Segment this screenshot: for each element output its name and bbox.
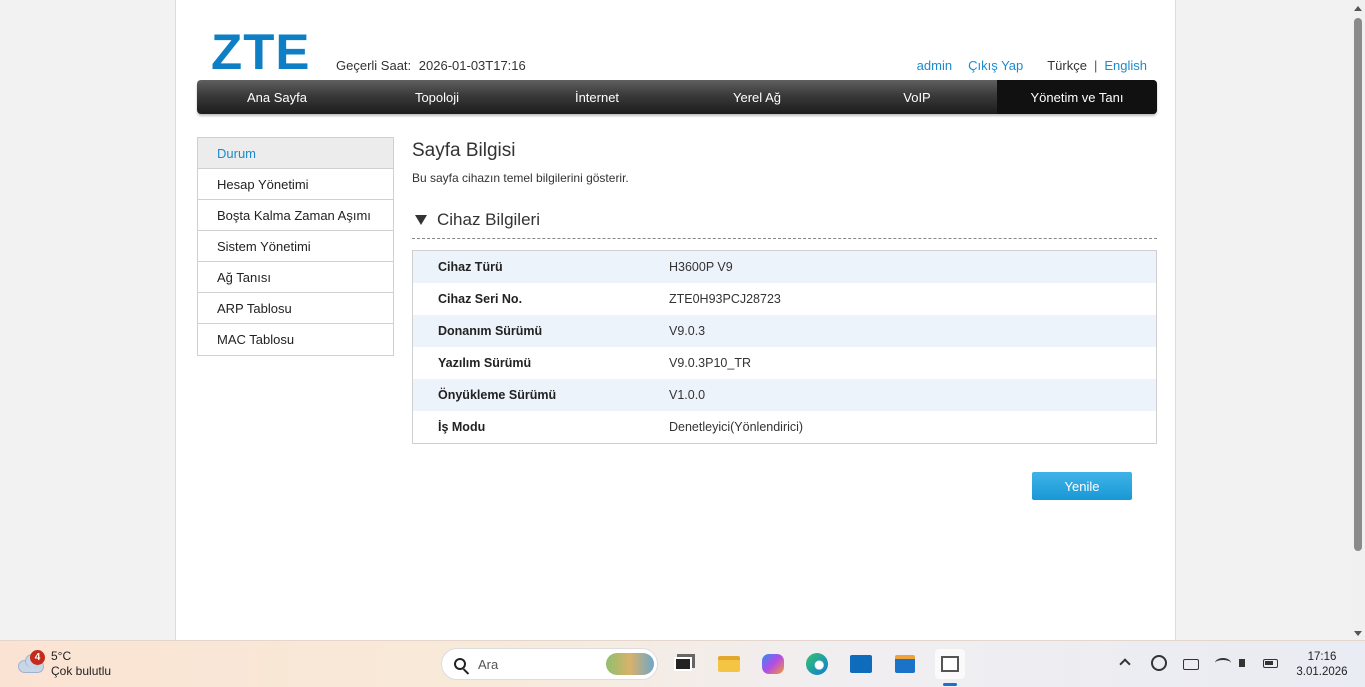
page-description: Bu sayfa cihazın temel bilgilerini göste… — [412, 171, 629, 185]
device-info-table: Cihaz Türü H3600P V9 Cihaz Seri No. ZTE0… — [412, 250, 1157, 444]
row-value: V1.0.0 — [669, 388, 706, 402]
page-scrollbar[interactable] — [1351, 0, 1365, 640]
weather-widget[interactable]: 4 5°C Çok bulutlu — [16, 649, 111, 679]
taskbar-time: 17:16 — [1307, 651, 1337, 663]
weather-temperature: 5°C — [51, 649, 72, 663]
table-row: İş Modu Denetleyici(Yönlendirici) — [413, 411, 1156, 443]
current-time-label: Geçerli Saat: — [336, 58, 412, 73]
table-row: Cihaz Türü H3600P V9 — [413, 251, 1156, 283]
windows-taskbar: 4 5°C Çok bulutlu Ara 17:16 3.01.2026 — [0, 640, 1365, 687]
main-nav: Ana Sayfa Topoloji İnternet Yerel Ağ VoI… — [197, 80, 1157, 114]
row-value: V9.0.3 — [669, 324, 706, 338]
microsoft-store-icon[interactable] — [893, 652, 917, 676]
page-title: Sayfa Bilgisi — [412, 140, 516, 161]
nav-voip[interactable]: VoIP — [837, 80, 997, 114]
table-row: Donanım Sürümü V9.0.3 — [413, 315, 1156, 347]
row-label: Önyükleme Sürümü — [438, 388, 557, 402]
main-content: Sayfa Bilgisi Bu sayfa cihazın temel bil… — [412, 140, 1157, 500]
file-explorer-icon[interactable] — [717, 652, 741, 676]
taskbar-search[interactable]: Ara — [441, 648, 658, 680]
search-highlight-icon — [606, 653, 654, 675]
user-link[interactable]: admin — [917, 58, 952, 73]
scroll-down-arrow-icon[interactable] — [1354, 631, 1362, 636]
row-value: H3600P V9 — [669, 260, 733, 274]
row-label: Donanım Sürümü — [438, 324, 543, 338]
active-app-indicator — [943, 683, 957, 686]
row-label: Yazılım Sürümü — [438, 356, 532, 370]
weather-description: Çok bulutlu — [51, 664, 112, 678]
nav-topology[interactable]: Topoloji — [357, 80, 517, 114]
sidebar-item-diagnostics[interactable]: Ağ Tanısı — [198, 262, 393, 293]
taskbar-clock[interactable]: 17:16 3.01.2026 — [1296, 650, 1348, 680]
row-label: Cihaz Türü — [438, 260, 503, 274]
row-value: Denetleyici(Yönlendirici) — [669, 420, 804, 434]
copilot-icon[interactable] — [761, 652, 785, 676]
outlook-icon[interactable] — [849, 652, 873, 676]
row-value: V9.0.3P10_TR — [669, 356, 751, 370]
network-globe-icon[interactable] — [1151, 655, 1167, 671]
nav-local-network[interactable]: Yerel Ağ — [677, 80, 837, 114]
table-row: Yazılım Sürümü V9.0.3P10_TR — [413, 347, 1156, 379]
browser-viewport: ZTE Geçerli Saat: 2026-01-03T17:16 admin… — [0, 0, 1365, 640]
sidebar-item-status[interactable]: Durum — [198, 138, 393, 169]
search-placeholder: Ara — [478, 656, 499, 672]
cloudy-weather-icon: 4 — [16, 650, 45, 676]
logout-link[interactable]: Çıkış Yap — [968, 58, 1023, 73]
zte-logo: ZTE — [211, 24, 311, 80]
task-view-icon[interactable] — [671, 652, 695, 676]
sidebar-item-account[interactable]: Hesap Yönetimi — [198, 169, 393, 200]
row-label: İş Modu — [438, 420, 486, 434]
sidebar-menu: Durum Hesap Yönetimi Boşta Kalma Zaman A… — [197, 137, 394, 356]
table-row: Cihaz Seri No. ZTE0H93PCJ28723 — [413, 283, 1156, 315]
weather-badge: 4 — [30, 650, 45, 665]
router-admin-page: ZTE Geçerli Saat: 2026-01-03T17:16 admin… — [175, 0, 1176, 640]
nav-home[interactable]: Ana Sayfa — [197, 80, 357, 114]
top-links: admin Çıkış Yap Türkçe | English — [917, 58, 1147, 73]
wifi-icon[interactable] — [1215, 658, 1231, 668]
language-separator: | — [1093, 58, 1098, 73]
sidebar-item-mac-table[interactable]: MAC Tablosu — [198, 324, 393, 355]
tray-chevron-up-icon[interactable] — [1119, 658, 1131, 670]
search-icon — [454, 658, 466, 670]
table-row: Önyükleme Sürümü V1.0.0 — [413, 379, 1156, 411]
sidebar-item-idle-timeout[interactable]: Boşta Kalma Zaman Aşımı — [198, 200, 393, 231]
battery-icon[interactable] — [1263, 659, 1278, 668]
scroll-thumb[interactable] — [1354, 18, 1362, 551]
windows-start-icon[interactable] — [403, 653, 425, 675]
taskbar-date: 3.01.2026 — [1296, 666, 1348, 678]
section-title: Cihaz Bilgileri — [437, 210, 540, 229]
row-value: ZTE0H93PCJ28723 — [669, 292, 781, 306]
current-time-value: 2026-01-03T17:16 — [418, 58, 526, 73]
active-app-icon[interactable] — [935, 649, 965, 679]
device-info-section-header[interactable]: Cihaz Bilgileri — [412, 210, 1157, 239]
row-label: Cihaz Seri No. — [438, 292, 523, 306]
collapse-triangle-icon[interactable] — [415, 215, 427, 225]
nav-management[interactable]: Yönetim ve Tanı — [997, 80, 1157, 114]
scroll-up-arrow-icon[interactable] — [1354, 6, 1362, 11]
sidebar-item-system[interactable]: Sistem Yönetimi — [198, 231, 393, 262]
nav-internet[interactable]: İnternet — [517, 80, 677, 114]
keyboard-icon[interactable] — [1183, 659, 1199, 670]
current-time: Geçerli Saat: 2026-01-03T17:16 — [336, 58, 526, 73]
refresh-button[interactable]: Yenile — [1032, 472, 1132, 500]
language-current: Türkçe — [1047, 58, 1087, 73]
sidebar-item-arp-table[interactable]: ARP Tablosu — [198, 293, 393, 324]
edge-browser-icon[interactable] — [805, 652, 829, 676]
volume-icon[interactable] — [1239, 659, 1245, 667]
language-english-link[interactable]: English — [1104, 58, 1147, 73]
